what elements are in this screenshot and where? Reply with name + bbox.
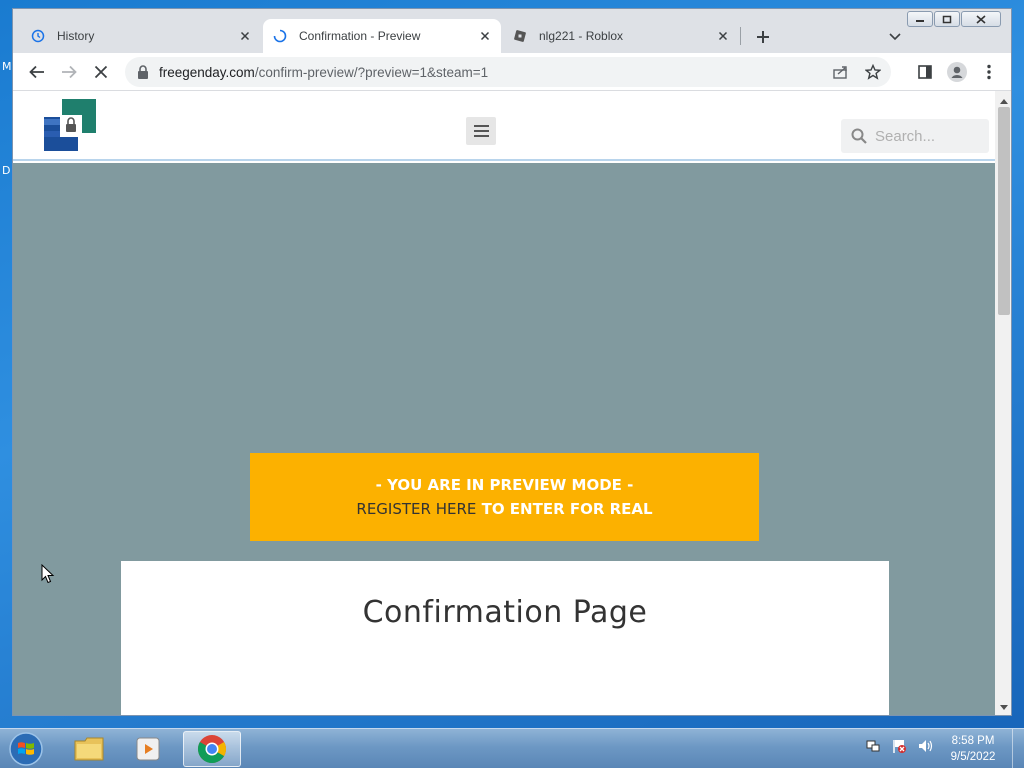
share-icon [833,66,847,79]
hero-background: - YOU ARE IN PREVIEW MODE - REGISTER HER… [13,163,995,715]
menu-button[interactable] [979,62,999,82]
avatar-icon [947,62,967,82]
start-button[interactable] [6,731,46,767]
browser-window: History Confirmation - Preview nlg221 - … [12,8,1012,716]
hamburger-bar [473,125,489,127]
volume-tray-button[interactable] [916,737,934,755]
close-icon [976,14,986,24]
taskbar-explorer[interactable] [60,731,118,767]
scroll-thumb[interactable] [998,107,1010,315]
flag-warning-icon [893,740,906,753]
chrome-icon [197,735,226,764]
triangle-down-icon [1000,704,1008,710]
search-icon [851,128,867,144]
scroll-down-button[interactable] [995,699,1011,715]
close-icon [480,31,490,41]
share-button[interactable] [831,62,851,82]
tab-confirmation-preview[interactable]: Confirmation - Preview [263,19,501,53]
arrow-left-icon [29,65,44,79]
triangle-up-icon [1000,98,1008,104]
tab-strip: History Confirmation - Preview nlg221 - … [13,19,1011,53]
stop-loading-button[interactable] [91,62,111,82]
taskbar: 8:58 PM 9/5/2022 [0,728,1024,768]
site-header [13,91,995,161]
back-button[interactable] [27,62,47,82]
url-text: freegenday.com/confirm-preview/?preview=… [159,64,489,80]
folder-icon [74,737,104,761]
action-center-tray-button[interactable] [890,737,908,755]
hamburger-bar [473,135,489,137]
register-here-link[interactable]: REGISTER HERE [356,500,476,518]
roblox-icon [514,30,526,42]
close-icon [718,31,728,41]
close-tab-button[interactable] [477,28,493,44]
loading-spinner-icon [273,29,287,43]
forward-button[interactable] [59,62,79,82]
minimize-button[interactable] [907,11,933,27]
taskbar-chrome[interactable] [183,731,241,767]
tab-title: History [57,29,95,43]
star-icon [865,64,881,80]
mouse-cursor-icon [41,564,55,584]
enter-for-real-text: TO ENTER FOR REAL [476,500,653,518]
address-bar[interactable]: freegenday.com/confirm-preview/?preview=… [125,57,891,87]
close-icon [240,31,250,41]
search-input[interactable] [875,127,975,145]
bookmark-button[interactable] [863,62,883,82]
page-title: Confirmation Page [362,595,648,630]
new-tab-button[interactable] [753,27,773,47]
preview-mode-text: - YOU ARE IN PREVIEW MODE - [375,476,634,494]
restore-icon [942,15,952,23]
system-tray [864,737,934,755]
close-tab-button[interactable] [715,28,731,44]
minimize-icon [916,20,924,22]
tab-roblox[interactable]: nlg221 - Roblox [503,19,739,53]
windows-logo-icon [9,732,43,766]
tab-title: Confirmation - Preview [299,29,421,43]
tab-search-button[interactable] [885,27,905,47]
confirmation-card: Confirmation Page [121,561,889,715]
browser-toolbar: freegenday.com/confirm-preview/?preview=… [13,53,1011,91]
preview-mode-banner: - YOU ARE IN PREVIEW MODE - REGISTER HER… [250,453,759,541]
profile-button[interactable] [947,62,967,82]
close-icon [94,65,108,79]
tab-history[interactable]: History [21,19,261,53]
close-tab-button[interactable] [237,28,253,44]
omnibox-actions [831,62,883,82]
window-controls [907,11,1001,27]
network-icon [866,740,880,752]
clock-time: 8:58 PM [951,735,995,747]
media-player-icon [136,737,160,761]
network-tray-button[interactable] [864,737,882,755]
side-panel-button[interactable] [915,62,935,82]
restore-button[interactable] [934,11,960,27]
desktop-fragment-m: M [2,60,12,73]
history-icon [31,29,45,43]
show-desktop-button[interactable] [1012,729,1024,768]
tab-separator [740,27,741,45]
page-viewport: - YOU ARE IN PREVIEW MODE - REGISTER HER… [13,91,1011,715]
arrow-right-icon [62,65,77,79]
lock-icon [138,65,148,79]
speaker-icon [919,740,933,752]
vertical-scrollbar[interactable] [995,91,1011,715]
kebab-menu-icon [987,64,991,80]
taskbar-media-player[interactable] [120,731,178,767]
taskbar-clock[interactable]: 8:58 PM 9/5/2022 [940,733,1006,765]
hamburger-bar [473,130,489,132]
desktop-fragment-d: D [2,164,11,177]
chevron-down-icon [889,33,901,41]
site-logo[interactable] [44,99,98,153]
tab-title: nlg221 - Roblox [539,29,624,43]
clock-date: 9/5/2022 [950,751,996,763]
plus-icon [757,31,769,43]
side-panel-icon [918,65,932,79]
close-window-button[interactable] [961,11,1001,27]
site-search-box [841,119,989,153]
banner-register-line: REGISTER HERE TO ENTER FOR REAL [356,497,652,521]
site-menu-button[interactable] [466,117,496,145]
